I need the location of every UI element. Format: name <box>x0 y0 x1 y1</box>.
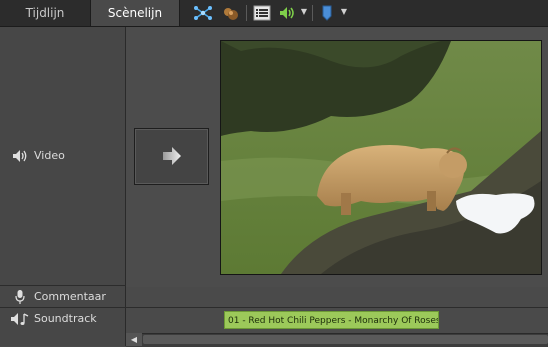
toolbar-separator <box>312 5 313 21</box>
scroll-left-icon[interactable]: ◀ <box>126 333 142 346</box>
track-label-video: Video <box>34 149 65 162</box>
speaker-icon[interactable] <box>12 148 30 164</box>
audio-mixer-dropdown-icon[interactable]: ▼ <box>299 4 309 22</box>
audio-mixer-icon[interactable] <box>277 4 297 22</box>
effects-icon[interactable] <box>221 4 241 22</box>
marker-dropdown-icon[interactable]: ▼ <box>339 4 349 22</box>
drop-target[interactable] <box>134 128 209 185</box>
track-label-narration: Commentaar <box>34 290 106 303</box>
scrollbar-thumb[interactable] <box>143 335 548 344</box>
soundtrack-clip[interactable]: 01 - Red Hot Chili Peppers - Monarchy Of… <box>224 311 439 329</box>
arrow-right-icon <box>161 146 183 166</box>
divider <box>0 307 548 308</box>
video-clip-thumbnail[interactable] <box>220 40 542 275</box>
speaker-note-icon[interactable] <box>10 311 32 327</box>
marker-icon[interactable] <box>317 4 337 22</box>
properties-icon[interactable] <box>252 4 272 22</box>
microphone-icon[interactable] <box>14 289 26 305</box>
smart-fix-icon[interactable] <box>193 4 213 22</box>
track-label-soundtrack: Soundtrack <box>34 312 97 325</box>
tab-sceneline[interactable]: Scènelijn <box>90 0 180 26</box>
toolbar-separator <box>246 5 247 21</box>
tab-timeline[interactable]: Tijdlijn <box>0 0 90 26</box>
